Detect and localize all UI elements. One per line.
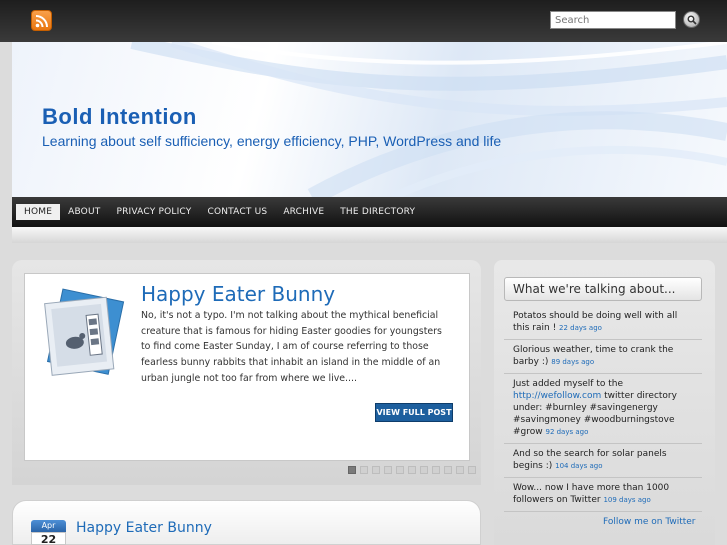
slider-dot[interactable] (432, 466, 440, 474)
rss-feed-icon[interactable] (31, 10, 52, 31)
nav-item-the-directory[interactable]: THE DIRECTORY (332, 204, 423, 220)
tweet-time[interactable]: 89 days ago (551, 358, 594, 366)
slider-dot[interactable] (468, 466, 476, 474)
widget-title: What we're talking about... (504, 277, 702, 301)
tweet-time[interactable]: 109 days ago (603, 496, 650, 504)
tweet-item: Potatos should be doing well with all th… (504, 306, 702, 340)
slider-pagination (348, 466, 480, 474)
slider-dot[interactable] (408, 466, 416, 474)
post-date-day: 22 (31, 532, 66, 545)
follow-on-twitter-link[interactable]: Follow me on Twitter (603, 517, 696, 527)
nav-item-contact-us[interactable]: CONTACT US (199, 204, 275, 220)
tweet-time[interactable]: 22 days ago (559, 324, 602, 332)
tweet-item: Glorious weather, time to crank the barb… (504, 340, 702, 374)
view-full-post-button[interactable]: VIEW FULL POST (375, 403, 453, 422)
featured-title[interactable]: Happy Eater Bunny (141, 282, 335, 306)
post-title[interactable]: Happy Eater Bunny (76, 520, 212, 536)
tweet-text: Just added myself to the (513, 379, 624, 389)
slider-dot[interactable] (396, 466, 404, 474)
nav-item-home[interactable]: HOME (16, 204, 61, 220)
tweet-item: Wow... now I have more than 1000 followe… (504, 478, 702, 512)
tweet-list: Potatos should be doing well with all th… (504, 306, 702, 512)
slider-dot[interactable] (444, 466, 452, 474)
site-tagline: Learning about self sufficiency, energy … (42, 133, 502, 149)
featured-excerpt: No, it's not a typo. I'm not talking abo… (141, 310, 442, 384)
site-header: Bold Intention Learning about self suffi… (12, 42, 727, 197)
tweet-item: And so the search for solar panels begin… (504, 444, 702, 478)
slider-dot[interactable] (372, 466, 380, 474)
nav-item-archive[interactable]: ARCHIVE (275, 204, 332, 220)
slider-dot[interactable] (360, 466, 368, 474)
search-button[interactable] (683, 11, 700, 28)
magnifier-icon (687, 15, 697, 25)
post-date-badge: Apr 22 (31, 520, 66, 545)
post-date-month: Apr (31, 520, 66, 532)
slider-dot[interactable] (348, 466, 356, 474)
site-title[interactable]: Bold Intention (42, 104, 197, 130)
slider-dot[interactable] (420, 466, 428, 474)
slider-dot[interactable] (384, 466, 392, 474)
top-bar (0, 0, 727, 42)
tweet-item: Just added myself to the http://wefollow… (504, 374, 702, 444)
main-nav: HOME ABOUT PRIVACY POLICY CONTACT US ARC… (12, 197, 727, 227)
photo-stack-icon[interactable] (36, 286, 128, 382)
nav-item-privacy-policy[interactable]: PRIVACY POLICY (108, 204, 199, 220)
tweet-time[interactable]: 92 days ago (545, 428, 588, 436)
sub-nav-bar (12, 227, 727, 243)
slider-dot[interactable] (456, 466, 464, 474)
nav-item-about[interactable]: ABOUT (60, 204, 108, 220)
tweet-link[interactable]: http://wefollow.com (513, 391, 601, 401)
tweet-time[interactable]: 104 days ago (555, 462, 602, 470)
search-input[interactable] (550, 11, 676, 29)
